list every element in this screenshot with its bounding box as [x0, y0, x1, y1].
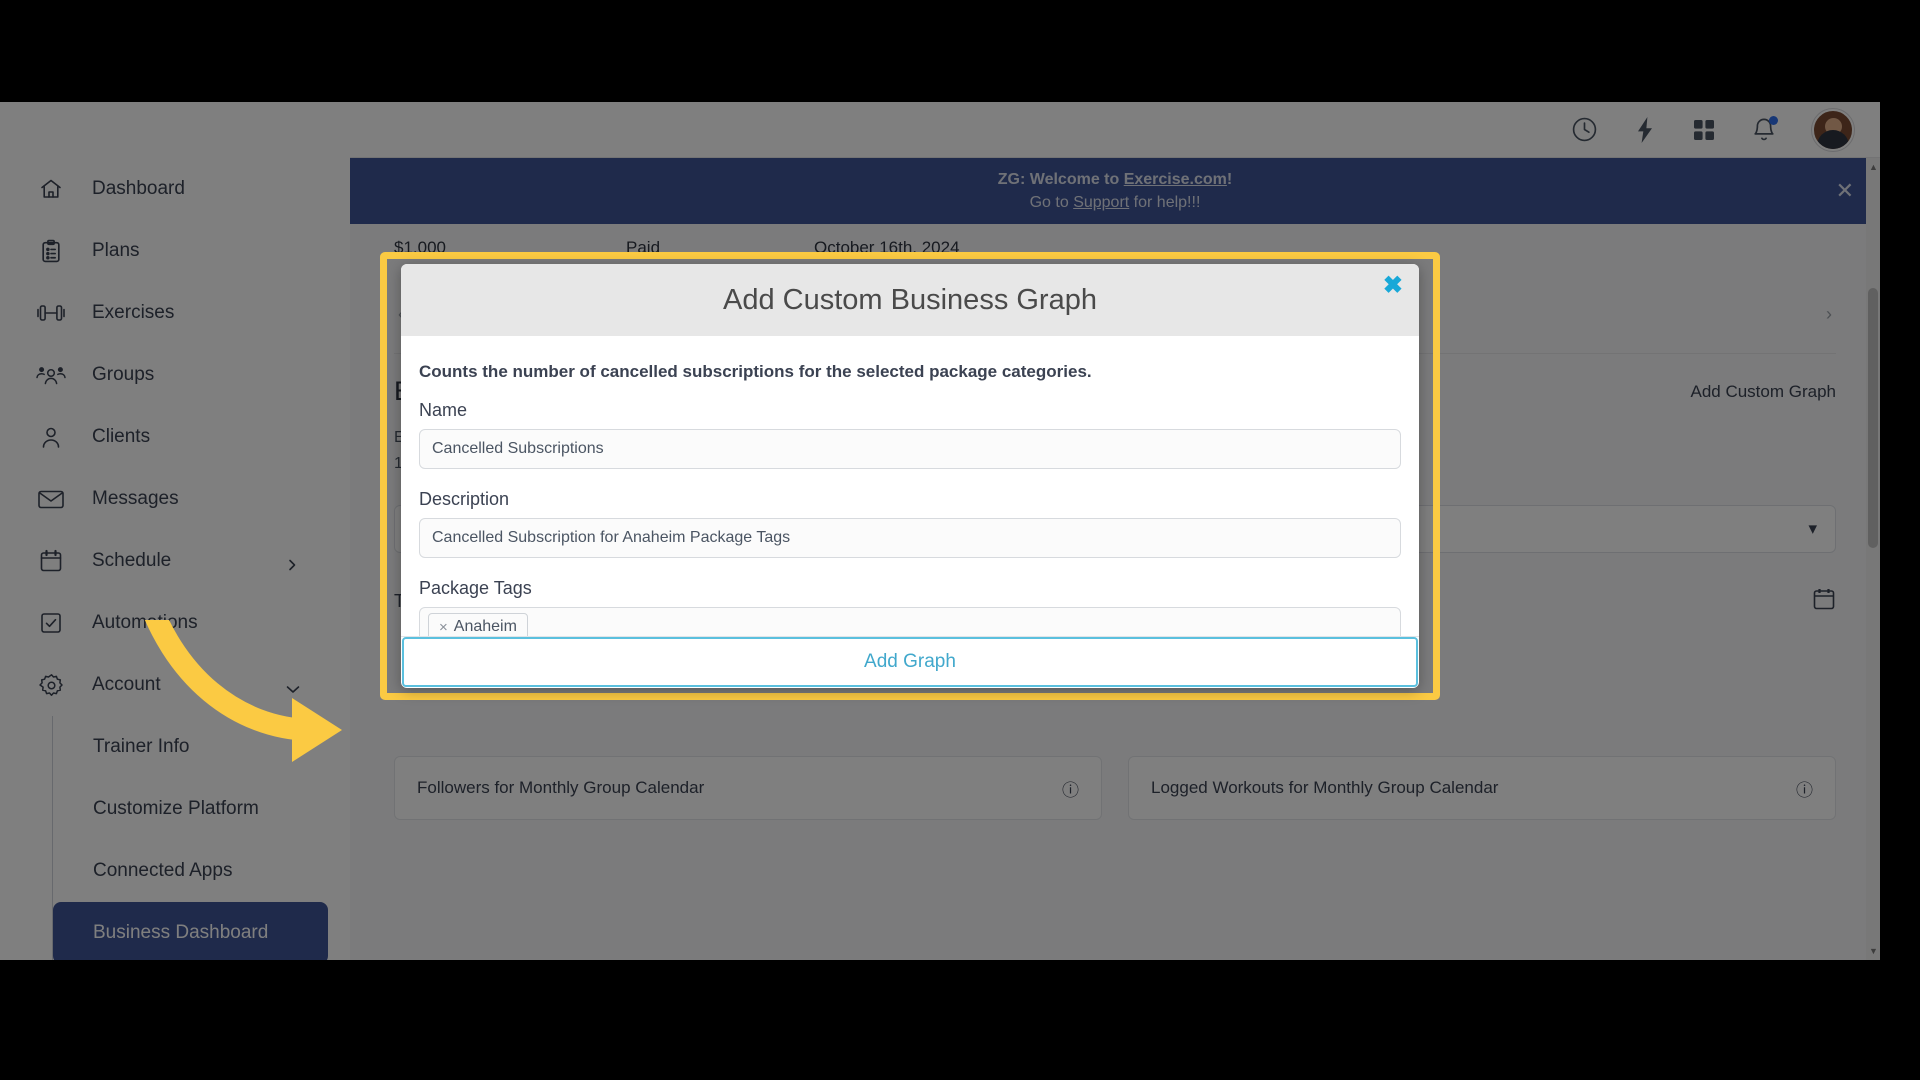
close-icon[interactable]: ✖	[1383, 274, 1403, 298]
modal-footer: Add Graph	[401, 636, 1419, 688]
package-tags-input[interactable]: × Anaheim	[419, 607, 1401, 636]
tag-label: Anaheim	[453, 618, 517, 635]
yellow-curved-arrow-annotation	[144, 620, 342, 762]
name-input-value: Cancelled Subscriptions	[432, 440, 604, 457]
name-input[interactable]: Cancelled Subscriptions	[419, 429, 1401, 469]
package-tags-label: Package Tags	[419, 578, 532, 598]
description-input-value: Cancelled Subscription for Anaheim Packa…	[432, 529, 791, 546]
tag-remove-icon[interactable]: ×	[439, 619, 448, 636]
screenshot-root: Dashboard Plans Exercises Groups	[0, 0, 1920, 1080]
tag-chip[interactable]: × Anaheim	[428, 613, 528, 636]
modal-header: Add Custom Business Graph ✖	[401, 264, 1419, 336]
name-label: Name	[419, 400, 468, 420]
add-custom-business-graph-modal: Add Custom Business Graph ✖ Counts the n…	[401, 264, 1419, 688]
modal-description: Counts the number of cancelled subscript…	[419, 362, 1092, 381]
modal-body: Counts the number of cancelled subscript…	[401, 336, 1419, 636]
description-label: Description	[419, 489, 510, 509]
modal-title: Add Custom Business Graph	[723, 283, 1097, 316]
add-graph-button[interactable]: Add Graph	[402, 637, 1418, 687]
description-input[interactable]: Cancelled Subscription for Anaheim Packa…	[419, 518, 1401, 558]
